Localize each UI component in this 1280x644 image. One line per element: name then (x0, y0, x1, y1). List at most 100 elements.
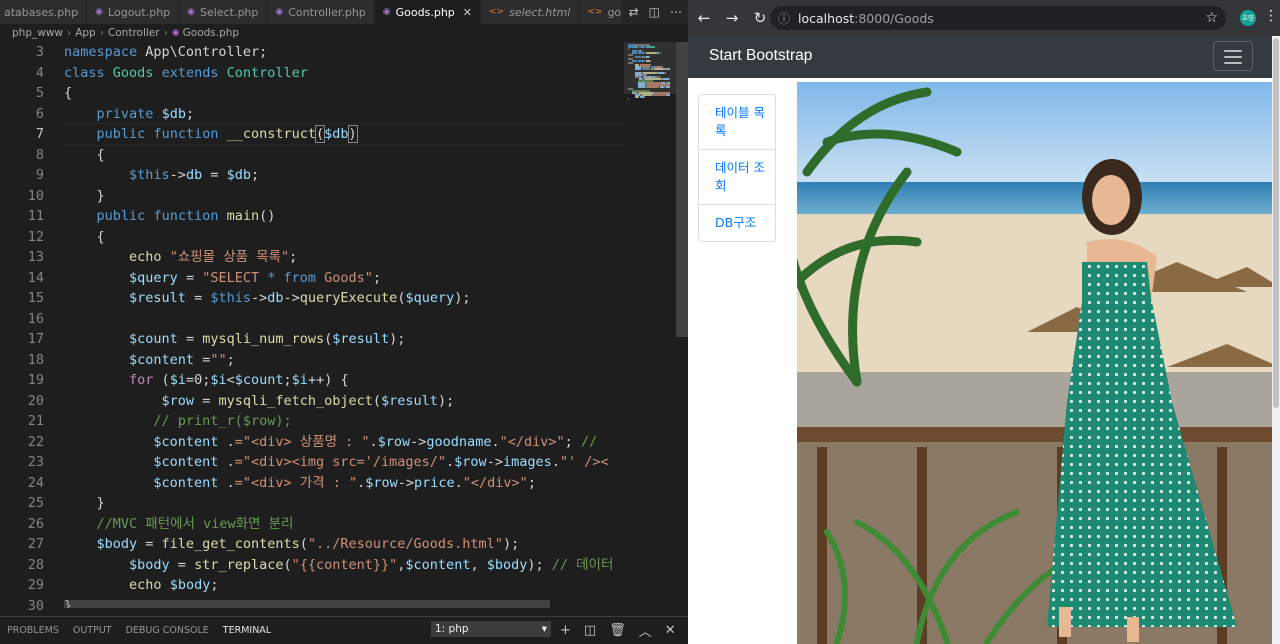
breadcrumb: php_www › App › Controller › ◉ Goods.php (0, 24, 688, 42)
editor-tab[interactable]: ◉ Controller.php (267, 0, 375, 24)
compare-changes-icon[interactable]: ⇄ (629, 5, 639, 19)
code-line[interactable]: private $db; (64, 104, 624, 125)
address-bar[interactable]: ⓘ localhost:8000/Goods ☆ (770, 6, 1226, 30)
code-content[interactable]: namespace App\Controller; class Goods ext… (64, 42, 624, 608)
line-number: 13 (27, 249, 44, 265)
code-line[interactable]: echo "쇼핑몰 상품 목록"; (64, 247, 624, 268)
code-line[interactable]: public function __construct($db) (64, 123, 624, 146)
browser-scrollbar[interactable] (1272, 36, 1280, 644)
code-line[interactable]: { (64, 145, 624, 166)
close-icon[interactable]: ✕ (463, 6, 472, 19)
panel-tab-terminal[interactable]: TERMINAL (215, 617, 279, 644)
code-line[interactable]: $count = mysqli_num_rows($result); (64, 329, 624, 350)
code-line[interactable]: public function main() (64, 206, 624, 227)
split-editor-icon[interactable]: ◫ (649, 5, 660, 19)
chevron-right-icon: › (99, 27, 104, 39)
editor-scroll-thumb[interactable] (676, 42, 688, 337)
browser-scroll-thumb[interactable] (1273, 38, 1279, 408)
navbar-brand[interactable]: Start Bootstrap (709, 47, 812, 65)
editor-vertical-scrollbar[interactable] (676, 42, 688, 608)
editor-tab-label: Controller.php (288, 5, 366, 19)
minimap-line (648, 56, 650, 58)
code-line[interactable]: //MVC 패턴에서 view화면 분리 (64, 514, 624, 535)
breadcrumb-item[interactable]: App (75, 27, 96, 39)
breadcrumb-item[interactable]: php_www (12, 27, 63, 39)
code-token: -> (397, 474, 414, 491)
maximize-panel-icon[interactable]: ︿ (639, 621, 652, 640)
minimap[interactable] (624, 42, 676, 608)
code-line[interactable]: $row = mysqli_fetch_object($result); (64, 391, 624, 412)
breadcrumb-item[interactable]: Goods.php (183, 27, 239, 39)
code-line[interactable]: $content .="<div><img src='/images/".$ro… (64, 452, 624, 473)
more-actions-icon[interactable]: ⋯ (670, 5, 682, 19)
minimap-line (646, 46, 655, 48)
breadcrumb-item[interactable]: Controller (108, 27, 160, 39)
editor-tab[interactable]: ◉atabases.php (0, 0, 88, 24)
line-number: 5 (35, 85, 44, 101)
code-line[interactable]: $content .="<div> 상품명 : ".$row->goodname… (64, 432, 624, 453)
sidebar-item-table-list[interactable]: 테이블 목록 (699, 95, 775, 150)
code-line[interactable]: $content =""; (64, 350, 624, 371)
code-token: { (64, 85, 73, 101)
sidebar-item-db-structure[interactable]: DB구조 (699, 205, 775, 241)
editor-tab[interactable]: ◉ Select.php (179, 0, 268, 24)
browser-menu-icon[interactable]: ⋮ (1264, 8, 1278, 24)
code-line[interactable]: $content .="<div> 가격 : ".$row->price."</… (64, 473, 624, 494)
line-number-gutter: 3 4 5 6 7 8 9 10 11 12 13 14 15 16 17 18 19 20 21 22 23 24 25 2… (0, 42, 52, 614)
url-text[interactable]: localhost:8000/Goods (798, 11, 934, 26)
code-line[interactable]: namespace App\Controller; (64, 42, 624, 63)
code-line[interactable]: $this->db = $db; (64, 165, 624, 186)
code-line[interactable]: $body = file_get_contents("../Resource/G… (64, 534, 624, 555)
panel-tab-debug-console[interactable]: DEBUG CONSOLE (119, 617, 216, 644)
code-token: ="<div> 가격 : " (234, 474, 358, 491)
editor-tab[interactable]: ◉ Goods.php ✕ (374, 0, 482, 24)
code-token: App\Controller; (137, 44, 268, 60)
line-number: 19 (27, 372, 44, 388)
code-token: -> (169, 167, 186, 183)
editor-area[interactable]: 3 4 5 6 7 8 9 10 11 12 13 14 15 16 17 18 19 20 21 22 23 24 25 2… (0, 42, 688, 614)
editor-horizontal-scrollbar[interactable] (64, 600, 550, 608)
split-terminal-icon[interactable]: ◫ (584, 623, 596, 638)
back-arrow-icon[interactable]: ← (692, 9, 716, 27)
code-line[interactable]: } (64, 186, 624, 207)
reload-icon[interactable]: ↻ (748, 9, 772, 27)
panel-tab-output[interactable]: OUTPUT (66, 617, 119, 644)
navbar-toggler-button[interactable] (1213, 41, 1253, 71)
editor-tab[interactable]: <> select.html (481, 0, 580, 24)
trash-icon[interactable]: 🗑 (609, 623, 626, 638)
code-token: for (129, 372, 154, 388)
code-line[interactable]: $query = "SELECT * from Goods"; (64, 268, 624, 289)
terminal-select[interactable]: 1: php ▾ (431, 621, 551, 637)
bookmark-star-icon[interactable]: ☆ (1205, 10, 1218, 26)
sidebar-item-data-query[interactable]: 데이터 조회 (699, 150, 775, 205)
code-token: , (470, 556, 487, 573)
code-line[interactable]: { (64, 227, 624, 248)
code-line[interactable]: $body = str_replace("{{content}}",$conte… (64, 555, 624, 576)
code-line[interactable]: } (64, 493, 624, 514)
info-icon[interactable]: ⓘ (778, 10, 790, 27)
chevron-right-icon: › (67, 27, 72, 39)
panel-tab-problems[interactable]: PROBLEMS (0, 617, 66, 644)
code-token: $row (161, 392, 195, 409)
code-token: $count (129, 331, 178, 347)
code-line[interactable]: for ($i=0;$i<$count;$i++) { (64, 370, 624, 391)
close-panel-icon[interactable]: ✕ (665, 623, 676, 638)
profile-avatar[interactable]: 호영 (1240, 10, 1256, 26)
code-line[interactable]: echo $body; (64, 575, 624, 596)
new-terminal-icon[interactable]: + (560, 623, 571, 638)
code-line[interactable]: class Goods extends Controller (64, 63, 624, 84)
code-line[interactable]: { (64, 83, 624, 104)
code-line[interactable]: // print_r($row); (64, 411, 624, 432)
code-token: $content (405, 556, 471, 573)
code-token: ="<div><img src='/images/" (234, 454, 447, 470)
editor-tab[interactable]: ◉ Logout.php (87, 0, 180, 24)
line-number: 6 (35, 105, 44, 122)
code-line[interactable] (64, 309, 624, 330)
code-token: // (580, 433, 598, 450)
forward-arrow-icon[interactable]: → (720, 9, 744, 27)
code-token: $db (161, 105, 186, 122)
url-host: localhost (798, 10, 855, 26)
code-line[interactable]: $result = $this->db->queryExecute($query… (64, 288, 624, 309)
